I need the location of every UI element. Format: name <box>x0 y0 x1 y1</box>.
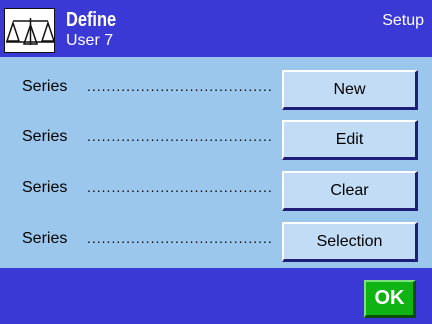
edit-button[interactable]: Edit <box>282 120 418 160</box>
series-row-clear: Series .................................… <box>0 171 432 211</box>
balance-scale-icon <box>4 8 56 53</box>
row-dot-leader: ........................................… <box>87 78 273 94</box>
new-button[interactable]: New <box>282 70 418 110</box>
row-label: Series <box>22 179 68 196</box>
series-row-new: Series .................................… <box>0 70 432 110</box>
row-dot-leader: ........................................… <box>87 128 273 144</box>
row-label: Series <box>22 230 68 247</box>
clear-button[interactable]: Clear <box>282 171 418 211</box>
row-dot-leader: ........................................… <box>87 179 273 195</box>
row-label: Series <box>22 78 68 95</box>
title-bar: Define User 7 Setup <box>0 0 432 57</box>
footer-bar: OK <box>0 268 432 324</box>
series-row-edit: Series .................................… <box>0 120 432 160</box>
user-subtitle: User 7 <box>66 32 114 49</box>
section-label: Setup <box>382 12 424 29</box>
series-row-selection: Series .................................… <box>0 222 432 262</box>
row-label: Series <box>22 128 68 145</box>
page-title: Define <box>66 9 117 31</box>
options-panel: Series .................................… <box>0 57 432 268</box>
row-dot-leader: ........................................… <box>87 230 273 246</box>
ok-button[interactable]: OK <box>364 280 416 318</box>
selection-button[interactable]: Selection <box>282 222 418 262</box>
